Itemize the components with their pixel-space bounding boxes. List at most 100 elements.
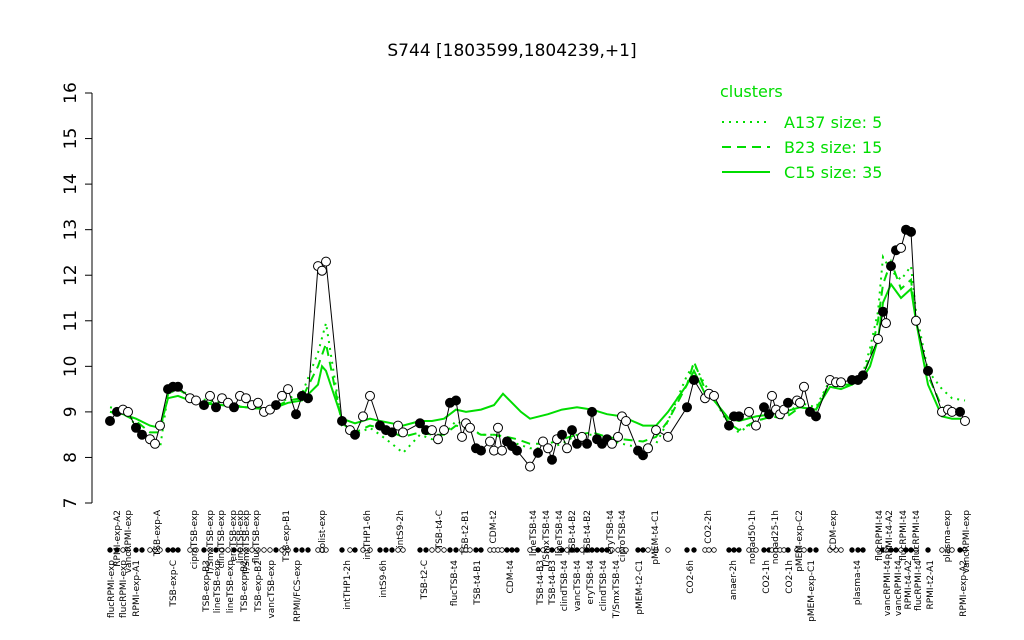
sample-point xyxy=(811,411,821,422)
sample-point xyxy=(562,443,572,454)
sample-point xyxy=(303,393,313,404)
x-label-top: intTHP1-6h xyxy=(363,510,373,560)
rug-mark xyxy=(147,547,153,553)
x-label-top: TSB-t4-B2 xyxy=(583,510,593,556)
sample-point xyxy=(253,397,263,408)
x-label-top: CDM-t2 xyxy=(489,510,499,543)
x-label-top: lineTSB-t4 xyxy=(529,510,539,556)
sample-point xyxy=(724,420,734,431)
rug-mark xyxy=(453,547,459,553)
sample-point xyxy=(643,443,653,454)
sample-point xyxy=(911,315,921,326)
x-label-bottom: RPMI-t4-A2 xyxy=(904,560,914,610)
legend-label: B23 size: 15 xyxy=(784,138,882,157)
sample-point xyxy=(350,429,360,440)
rug-mark xyxy=(504,547,510,553)
sample-point xyxy=(211,402,221,413)
sample-point xyxy=(923,365,933,376)
y-tick-label: 8 xyxy=(61,452,81,463)
x-label-top: plasma-exp xyxy=(943,510,953,563)
rug-mark xyxy=(429,547,435,553)
y-tick-label: 7 xyxy=(61,498,81,509)
sample-point xyxy=(283,384,293,395)
x-label-top: flucRPMI-t4 xyxy=(912,510,922,561)
rug-mark xyxy=(383,547,389,553)
sample-point xyxy=(557,429,567,440)
sample-point xyxy=(783,397,793,408)
x-label-bottom: vancTSB-t4 xyxy=(573,560,583,612)
sample-point xyxy=(878,306,888,317)
x-label-top: RPMI-exp-A2 xyxy=(113,510,123,567)
chart-root: S744 [1803599,1804239,+1] 7 8 9 10 11 12 13 14 1… xyxy=(0,0,1024,640)
x-label-top: RPMI-t4-A2 xyxy=(885,510,895,560)
x-label-bottom: RPMI-exp-A2 xyxy=(959,560,969,617)
sample-point xyxy=(689,375,699,385)
sample-point xyxy=(229,402,239,413)
x-label-top: nonad50-1h xyxy=(748,510,758,564)
sample-point xyxy=(105,416,115,426)
y-tick-label: 16 xyxy=(61,82,81,104)
rug-mark xyxy=(473,547,479,553)
rug-mark xyxy=(299,547,305,553)
sample-point xyxy=(137,429,147,440)
x-label-top: TSB-t2-B1 xyxy=(461,510,471,556)
x-label-bottom: TSB-t4-B3 xyxy=(536,560,546,606)
x-label-bottom: TSB-t2-C xyxy=(420,560,430,600)
y-tick-label: 11 xyxy=(61,310,81,332)
x-label-bottom: flucRPMI-t4 xyxy=(914,560,924,611)
chart-title: S744 [1803599,1804239,+1] xyxy=(387,41,636,61)
rug-mark xyxy=(731,547,737,553)
sample-point xyxy=(858,370,868,381)
x-label-bottom: lineTSB-exp xyxy=(226,560,236,614)
sample-point xyxy=(321,256,331,267)
x-label-bottom: TSB-exp-B3 xyxy=(202,560,212,613)
rug-mark xyxy=(139,547,145,553)
x-label-bottom: TSB-exp-C xyxy=(169,560,179,608)
sample-point xyxy=(651,425,661,436)
rug-mark xyxy=(267,547,273,553)
rug-mark xyxy=(293,547,299,553)
legend-entries: A137 size: 5 B23 size: 15 C15 size: 35 xyxy=(722,113,882,182)
x-label-bottom: vancRPMI-t4 xyxy=(894,560,904,616)
rug-mark xyxy=(133,547,139,553)
cluster-line-dotted xyxy=(109,253,966,455)
rug-mark xyxy=(478,547,484,553)
x-label-top: ciproTSB-t4 xyxy=(618,510,628,562)
sample-point xyxy=(799,381,809,392)
sample-point xyxy=(896,242,906,253)
x-label-bottom: plasma-t4 xyxy=(853,560,863,605)
rug-mark xyxy=(339,547,345,553)
sample-point xyxy=(955,406,965,417)
rug-mark xyxy=(305,547,311,553)
x-label-bottom: CDM-t4 xyxy=(506,560,516,594)
sample-point xyxy=(767,390,777,401)
rug-mark xyxy=(640,547,646,553)
rug-mark xyxy=(509,547,515,553)
x-label-top: nonad25-1h xyxy=(771,510,781,564)
sample-point xyxy=(457,431,467,442)
x-label-top: colist-exp xyxy=(318,510,328,554)
x-label-top: flucRPMI-t4 xyxy=(875,510,885,561)
rug-mark xyxy=(761,547,767,553)
sample-point xyxy=(205,390,215,401)
rug-mark xyxy=(711,547,717,553)
rug-mark xyxy=(645,547,651,553)
rug-mark xyxy=(377,547,383,553)
y-tick-label: 9 xyxy=(61,406,81,417)
x-label-bottom: T/SmxTSB-t4 xyxy=(612,560,622,619)
rug-mark xyxy=(691,547,697,553)
sample-point xyxy=(613,431,623,442)
rug-mark xyxy=(726,547,732,553)
rug-mark xyxy=(170,547,176,553)
rug-mark xyxy=(838,547,844,553)
x-label-bottom: pMEM-exp-C1 xyxy=(807,560,817,622)
x-label-bottom: anaer-2h xyxy=(729,560,739,600)
sample-point xyxy=(476,445,486,456)
sample-point xyxy=(682,402,692,413)
x-label-bottom: RPMI-t2-A1 xyxy=(926,560,936,610)
x-label-bottom: RPMI-exp-A1 xyxy=(132,560,142,617)
legend: clusters A137 size: 5 B23 size: 15 C15 siz… xyxy=(720,82,882,182)
x-label-bottom: CO2-1h xyxy=(762,560,772,594)
x-label-bottom: TSB-t4-B1 xyxy=(473,560,483,606)
x-label-bottom: vancTSB-exp xyxy=(267,560,277,619)
